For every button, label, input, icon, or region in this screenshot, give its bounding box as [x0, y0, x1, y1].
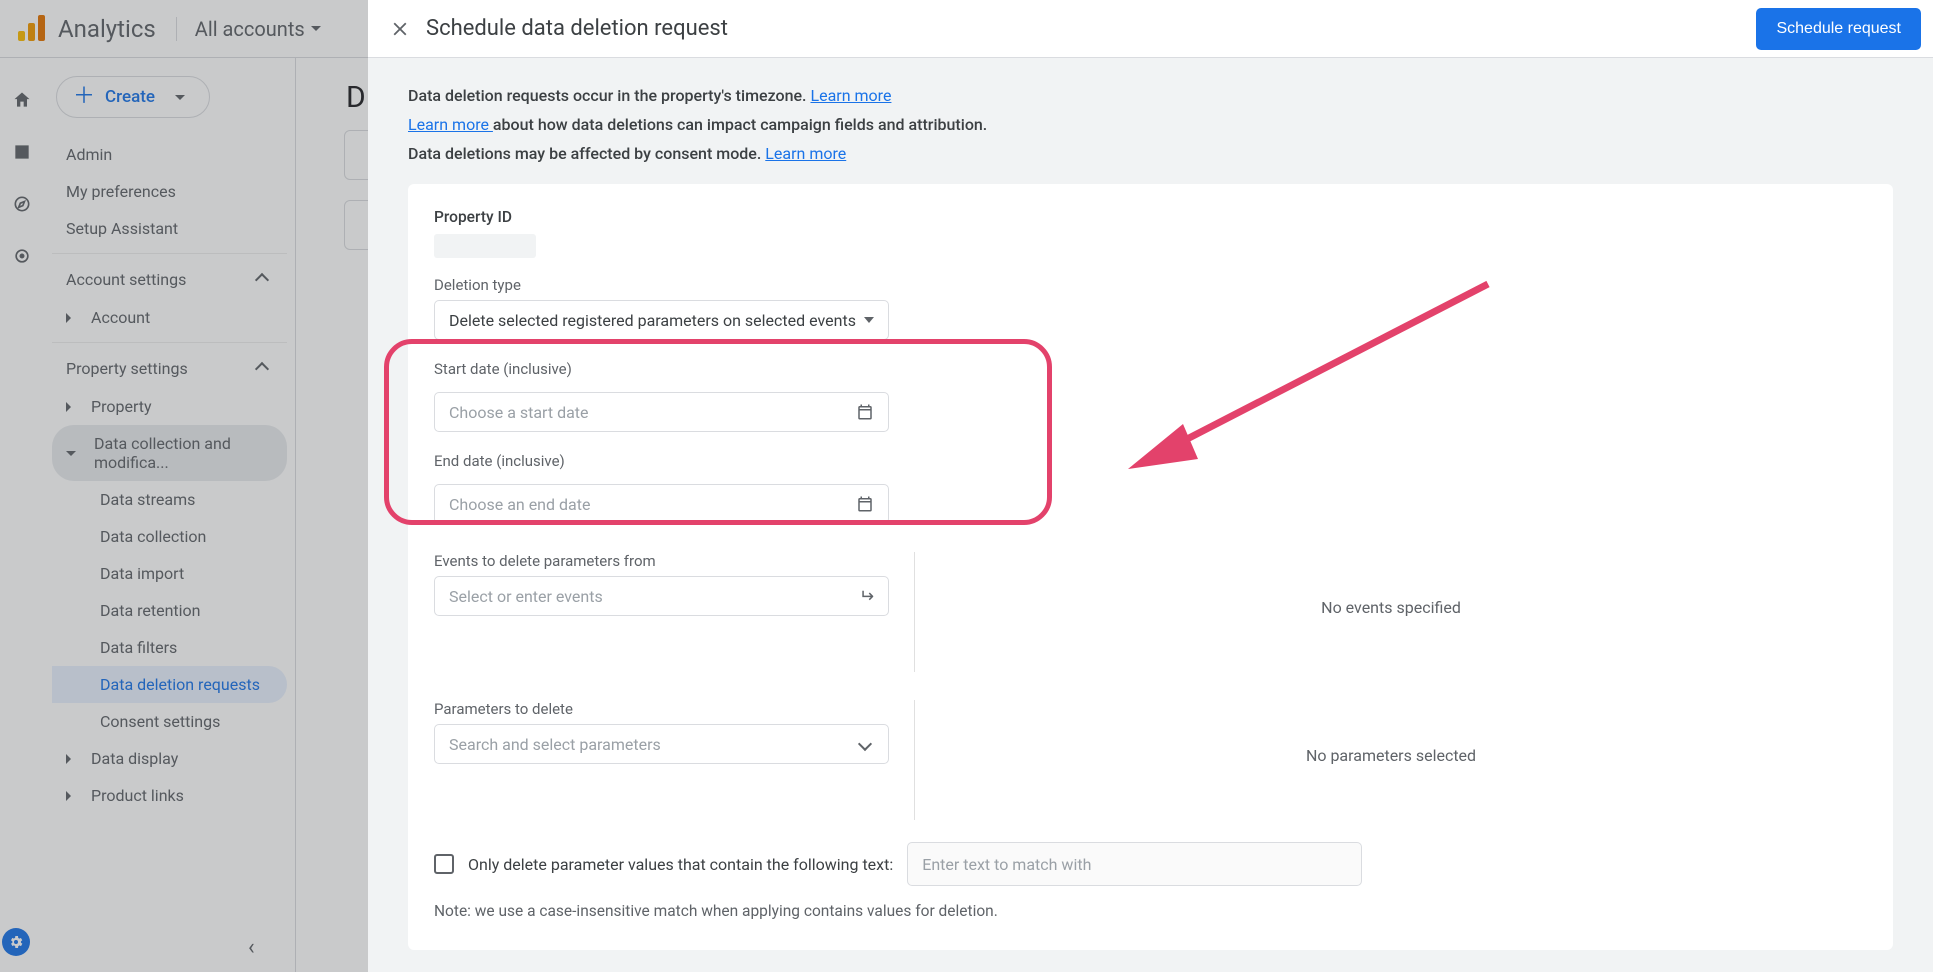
- calendar-icon: [856, 403, 874, 421]
- analytics-logo-icon: [18, 15, 46, 43]
- schedule-deletion-dialog: Schedule data deletion request Schedule …: [368, 0, 1933, 972]
- end-date-input[interactable]: Choose an end date: [434, 484, 889, 524]
- events-input[interactable]: Select or enter events ↵: [434, 576, 889, 616]
- create-label: Create: [105, 87, 155, 107]
- admin-sidebar: ＋ Create Admin My preferences Setup Assi…: [44, 58, 296, 972]
- caret-down-icon: [175, 95, 185, 100]
- home-icon[interactable]: [12, 90, 32, 110]
- deletion-type-select[interactable]: Delete selected registered parameters on…: [434, 300, 889, 340]
- events-placeholder: Select or enter events: [449, 587, 603, 606]
- dialog-title: Schedule data deletion request: [426, 16, 728, 41]
- sidebar-data-collection[interactable]: Data collection: [52, 518, 287, 555]
- params-empty-state: No parameters selected: [914, 700, 1867, 820]
- info-text: Data deletion requests occur in the prop…: [408, 82, 1893, 168]
- account-picker-label: All accounts: [195, 17, 305, 41]
- sidebar-data-filters[interactable]: Data filters: [52, 629, 287, 666]
- arrow-right-icon: [66, 791, 71, 801]
- left-rail: [0, 58, 44, 972]
- sidebar-property[interactable]: Property: [52, 388, 287, 425]
- sidebar-data-collection-group[interactable]: Data collection and modifica...: [52, 425, 287, 481]
- start-date-label: Start date (inclusive): [434, 360, 1867, 378]
- end-date-placeholder: Choose an end date: [449, 495, 590, 514]
- product-name: Analytics: [58, 15, 156, 43]
- sidebar-product-links[interactable]: Product links: [52, 777, 287, 814]
- assist-fab-button[interactable]: [2, 928, 30, 956]
- end-date-label: End date (inclusive): [434, 452, 1867, 470]
- params-label: Parameters to delete: [434, 700, 902, 718]
- sidebar-consent-settings[interactable]: Consent settings: [52, 703, 287, 740]
- sidebar-setup-assistant[interactable]: Setup Assistant: [52, 210, 287, 247]
- sidebar-data-deletion-requests[interactable]: Data deletion requests: [52, 666, 287, 703]
- start-date-placeholder: Choose a start date: [449, 403, 589, 422]
- account-picker[interactable]: All accounts: [176, 17, 321, 41]
- property-id-label: Property ID: [434, 208, 1867, 226]
- chevron-up-icon: [255, 272, 269, 286]
- events-empty-state: No events specified: [914, 552, 1867, 672]
- collapse-sidebar-icon[interactable]: ‹: [248, 935, 255, 960]
- contains-text-checkbox[interactable]: [434, 854, 454, 874]
- chevron-up-icon: [255, 361, 269, 375]
- contains-text-label: Only delete parameter values that contai…: [468, 855, 893, 874]
- arrow-right-icon: [66, 402, 71, 412]
- note-text: Note: we use a case-insensitive match wh…: [434, 902, 1867, 920]
- close-icon: [389, 18, 411, 40]
- calendar-icon: [856, 495, 874, 513]
- reports-icon[interactable]: [12, 142, 32, 162]
- deletion-type-label: Deletion type: [434, 276, 1867, 294]
- match-text-input[interactable]: Enter text to match with: [907, 842, 1362, 886]
- params-placeholder: Search and select parameters: [449, 735, 661, 754]
- explore-icon[interactable]: [12, 194, 32, 214]
- events-label: Events to delete parameters from: [434, 552, 902, 570]
- property-id-value-redacted: [434, 234, 536, 258]
- deletion-type-value: Delete selected registered parameters on…: [449, 311, 856, 330]
- advertising-icon[interactable]: [12, 246, 32, 266]
- property-settings-section[interactable]: Property settings: [52, 349, 287, 388]
- enter-icon: ↵: [859, 586, 874, 607]
- chevron-down-icon: [858, 737, 872, 751]
- sidebar-preferences[interactable]: My preferences: [52, 173, 287, 210]
- sidebar-data-display[interactable]: Data display: [52, 740, 287, 777]
- bg-main-heading: D: [346, 80, 366, 115]
- learn-more-attribution-link[interactable]: Learn more: [408, 115, 493, 134]
- learn-more-consent-link[interactable]: Learn more: [765, 144, 846, 163]
- schedule-request-button[interactable]: Schedule request: [1756, 8, 1921, 50]
- params-input[interactable]: Search and select parameters: [434, 724, 889, 764]
- sidebar-data-retention[interactable]: Data retention: [52, 592, 287, 629]
- gear-icon: [8, 934, 24, 950]
- caret-down-icon: [864, 317, 874, 323]
- create-button[interactable]: ＋ Create: [56, 76, 210, 118]
- arrow-right-icon: [66, 754, 71, 764]
- form-card: Property ID Deletion type Delete selecte…: [408, 184, 1893, 950]
- learn-more-timezone-link[interactable]: Learn more: [810, 86, 891, 105]
- start-date-input[interactable]: Choose a start date: [434, 392, 889, 432]
- sidebar-data-streams[interactable]: Data streams: [52, 481, 287, 518]
- sidebar-data-import[interactable]: Data import: [52, 555, 287, 592]
- account-settings-section[interactable]: Account settings: [52, 260, 287, 299]
- close-button[interactable]: [380, 9, 420, 49]
- sidebar-admin[interactable]: Admin: [52, 136, 287, 173]
- arrow-right-icon: [66, 313, 71, 323]
- sidebar-account[interactable]: Account: [52, 299, 287, 336]
- caret-down-icon: [311, 26, 321, 31]
- arrow-down-icon: [66, 451, 76, 456]
